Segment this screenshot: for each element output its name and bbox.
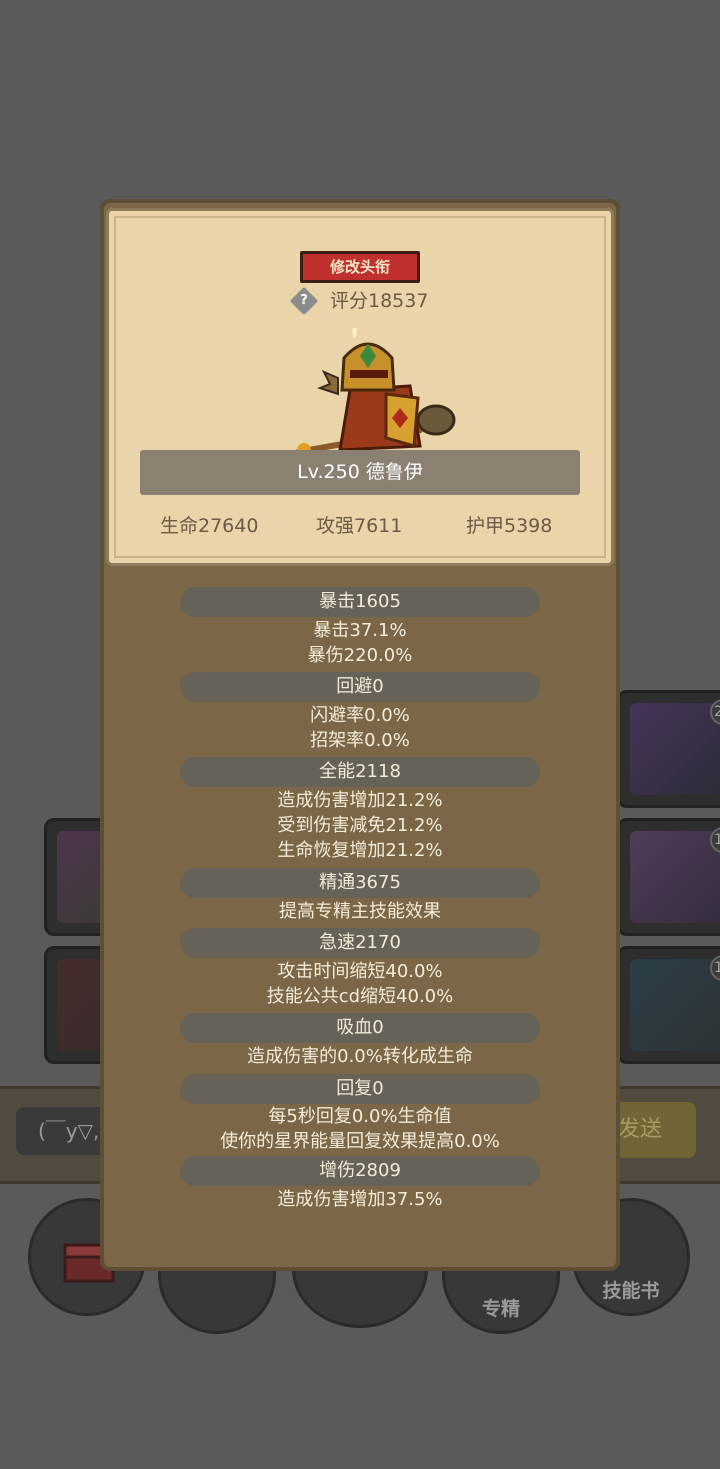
skill-slot[interactable]: 18 <box>617 818 720 936</box>
stat-header-mastery: 精通3675 <box>180 868 540 898</box>
stat-header-damage-bonus: 增伤2809 <box>180 1156 540 1186</box>
attack-stat: 攻强7611 <box>316 515 403 537</box>
hp-stat: 生命27640 <box>160 515 259 537</box>
stat-line: 造成伤害增加37.5% <box>277 1189 443 1210</box>
level-name-bar: Lv.250 德鲁伊 <box>140 450 580 495</box>
dock-label: 技能书 <box>602 1280 660 1302</box>
stat-line: 提高专精主技能效果 <box>279 901 441 922</box>
stat-line: 受到伤害减免21.2% <box>277 815 443 836</box>
stat-line: 造成伤害增加21.2% <box>277 790 443 811</box>
stat-line: 每5秒回复0.0%生命值 <box>268 1106 452 1127</box>
help-icon-glyph: ? <box>300 293 308 308</box>
armor-stat: 护甲5398 <box>466 515 553 537</box>
stat-line: 暴击37.1% <box>313 620 407 641</box>
stat-line: 使你的星界能量回复效果提高0.0% <box>220 1131 500 1152</box>
score-label: 评分18537 <box>330 290 429 312</box>
stat-header-haste: 急速2170 <box>180 928 540 958</box>
stat-header-avoidance: 回避0 <box>180 672 540 702</box>
stat-line: 生命恢复增加21.2% <box>277 840 443 861</box>
stat-header-versatility: 全能2118 <box>180 757 540 787</box>
stat-line: 技能公共cd缩短40.0% <box>266 986 454 1007</box>
stat-line: 暴伤220.0% <box>307 645 413 666</box>
change-title-button[interactable]: 修改头衔 <box>300 251 420 283</box>
stat-line: 攻击时间缩短40.0% <box>277 961 443 982</box>
skill-slot[interactable]: 27 <box>617 690 720 808</box>
druid-portrait <box>295 328 456 457</box>
stat-header-regen: 回复0 <box>180 1074 540 1104</box>
skill-slot[interactable]: 18 <box>617 946 720 1064</box>
stat-line: 造成伤害的0.0%转化成生命 <box>247 1046 473 1067</box>
stat-header-lifesteal: 吸血0 <box>180 1013 540 1043</box>
dock-label: 专精 <box>481 1298 520 1320</box>
stat-header-crit: 暴击1605 <box>180 587 540 617</box>
stat-line: 招架率0.0% <box>310 730 410 751</box>
stat-line: 闪避率0.0% <box>310 705 410 726</box>
